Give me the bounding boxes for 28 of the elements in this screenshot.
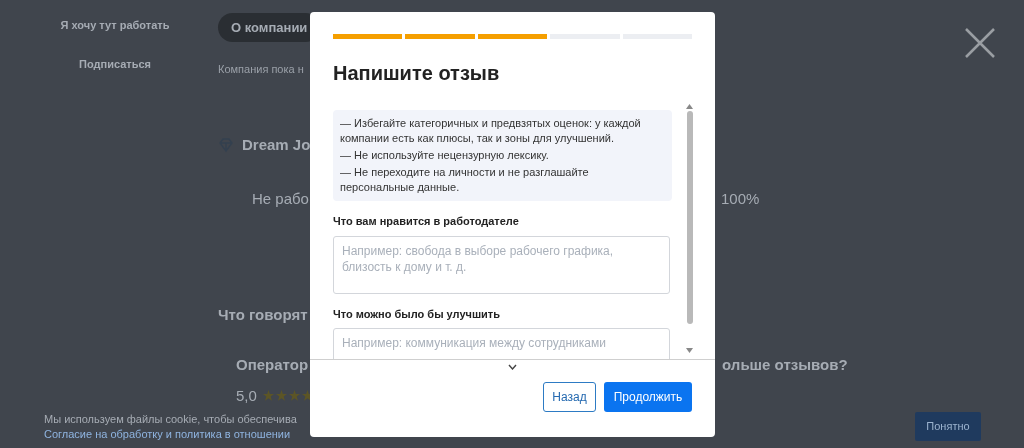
percent-text: 100% [720,189,760,209]
scroll-down-icon[interactable] [686,348,693,353]
guideline-text: — Избегайте категоричных и предвзятых оценок: у каждой компании есть как плюсы, так и зоны для улучшений. [340,116,642,146]
text-area[interactable]: Например: коммуникация между сотрудниками [333,328,670,359]
more-reviews-heading: ольше отзывов? [722,355,848,375]
rating-value: 5,0 [236,385,257,406]
guideline-text: — Не используйте нецензурную лексику. [340,148,550,163]
company-name: Dream Jo [242,134,311,155]
status-text: Не рабо [252,189,309,209]
section-heading: Что говорят [218,304,308,325]
accept-cookies-button[interactable]: Понятно [915,412,981,441]
company-note: Компания пока н [218,62,304,77]
continue-button[interactable]: Продолжить [604,382,692,412]
close-icon[interactable] [964,27,996,59]
chevron-down-icon[interactable] [508,364,517,370]
dialog-title: Напишите отзыв [333,61,501,86]
back-button[interactable]: Назад [543,382,596,412]
text-area[interactable]: Например: свобода в выборе рабочего графика, близость к дому и т. д. [333,235,670,294]
action-link[interactable]: Я хочу тут работать [60,17,170,34]
field-label: Что вам нравится в работодателе [333,214,520,229]
scrollbar-thumb[interactable] [686,111,693,324]
scroll-up-icon[interactable] [686,104,693,109]
cookie-link[interactable]: Согласие на обработку и политика в отношении [44,427,297,442]
action-link[interactable]: Подписаться [79,55,151,72]
cookie-text: Мы используем файлы cookie, чтобы обеспечива [44,412,297,427]
field-label: Что можно было бы улучшить [333,306,501,322]
review-title: Оператор [236,355,309,375]
guideline-text: — Не переходите на личности и не разглашайте персональные данные. [340,165,590,195]
